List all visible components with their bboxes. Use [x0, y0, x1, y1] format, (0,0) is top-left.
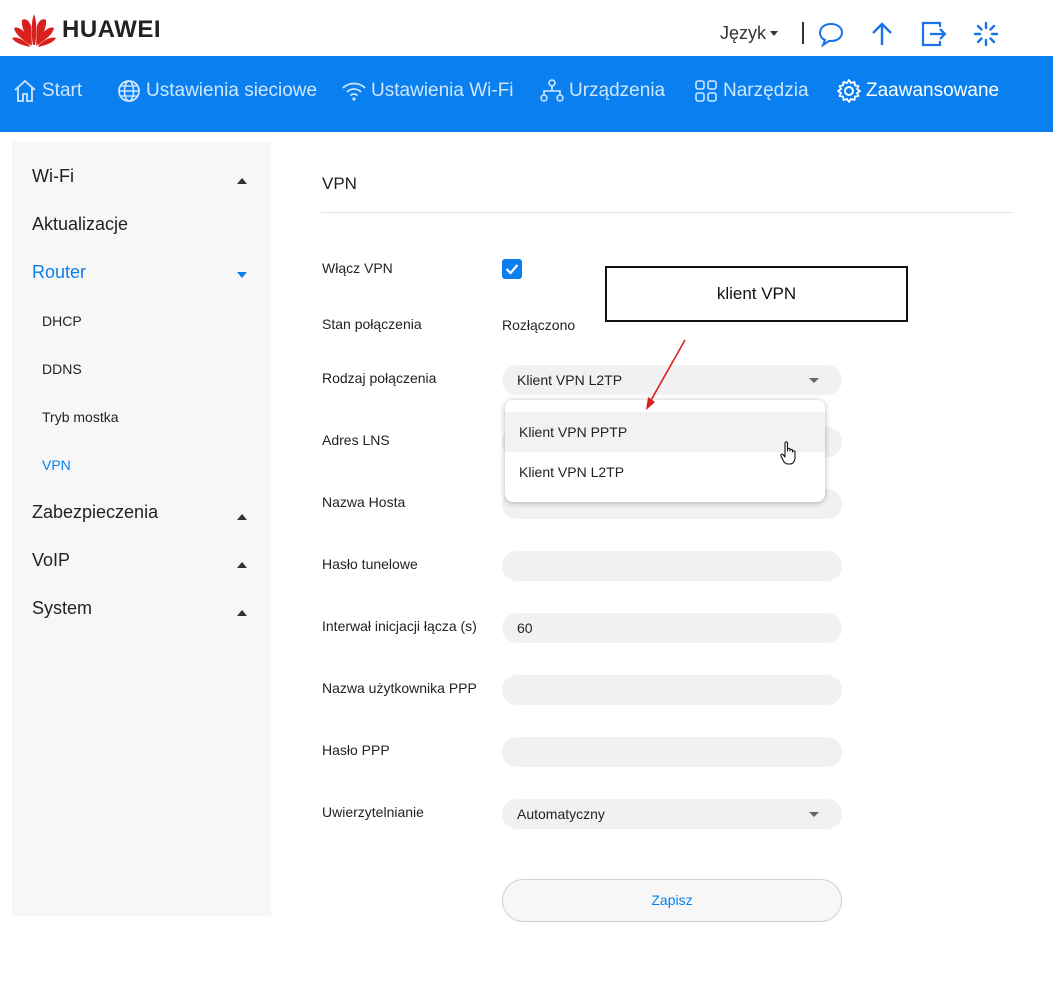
sidebar-subitem-label: VPN: [42, 457, 71, 473]
sidebar: Wi-Fi Aktualizacje Router DHCP DDNS Tryb…: [12, 142, 271, 916]
chevron-up-icon[interactable]: [237, 514, 247, 520]
sidebar-item-wifi[interactable]: Wi-Fi: [32, 166, 74, 187]
page-title: VPN: [322, 174, 357, 193]
sidebar-item-system[interactable]: System: [32, 598, 92, 619]
upload-icon[interactable]: [868, 20, 896, 48]
enable-vpn-checkbox[interactable]: [502, 259, 522, 279]
sidebar-subitem-dhcp[interactable]: DHCP: [42, 313, 82, 329]
checkmark-icon: [505, 264, 519, 275]
connection-type-value: Klient VPN L2TP: [517, 372, 623, 388]
host-name-label: Nazwa Hosta: [322, 494, 406, 510]
sidebar-item-voip[interactable]: VoIP: [32, 550, 70, 571]
wifi-icon: [342, 82, 366, 101]
sidebar-item-label: Router: [32, 262, 87, 282]
annotation-box: klient VPN: [605, 266, 908, 322]
huawei-logo-icon: [12, 14, 56, 47]
nav-start[interactable]: Start: [12, 78, 82, 104]
main-nav: Start Ustawienia sieciowe Ustawienia Wi-…: [0, 56, 1053, 132]
hand-cursor-icon: [780, 441, 796, 465]
brand-name: HUAWEI: [62, 16, 161, 43]
chevron-up-icon[interactable]: [237, 178, 247, 184]
connection-status-value: Rozłączono: [502, 317, 576, 333]
sidebar-item-router[interactable]: Router: [32, 262, 86, 283]
ppp-username-label: Nazwa użytkownika PPP: [322, 680, 477, 696]
sidebar-item-label: VoIP: [32, 550, 71, 570]
language-selector[interactable]: Język: [720, 23, 779, 44]
sidebar-subitem-label: DHCP: [42, 313, 82, 329]
ppp-password-input[interactable]: [502, 737, 842, 767]
huawei-logo: HUAWEI: [12, 12, 161, 48]
chevron-down-icon: [809, 378, 819, 383]
loading-icon: [973, 21, 999, 47]
sidebar-subitem-bridge-mode[interactable]: Tryb mostka: [42, 409, 119, 425]
nav-advanced[interactable]: Zaawansowane: [836, 78, 999, 104]
init-interval-label: Interwał inicjacji łącza (s): [322, 618, 477, 634]
tools-icon: [695, 80, 717, 102]
connection-status-label: Stan połączenia: [322, 316, 422, 332]
authentication-value: Automatyczny: [517, 806, 605, 822]
sidebar-subitem-ddns[interactable]: DDNS: [42, 361, 82, 377]
sidebar-subitem-label: DDNS: [42, 361, 82, 377]
logout-icon[interactable]: [920, 20, 948, 48]
top-header: HUAWEI Język: [0, 0, 1053, 56]
chevron-down-icon: [770, 31, 779, 36]
nav-network-label: Ustawienia sieciowe: [146, 80, 318, 101]
chevron-down-icon: [809, 812, 819, 817]
tunnel-password-input[interactable]: [502, 551, 842, 581]
tunnel-password-label: Hasło tunelowe: [322, 556, 418, 572]
ppp-password-label: Hasło PPP: [322, 742, 390, 758]
chevron-down-icon[interactable]: [237, 272, 247, 278]
nav-advanced-label: Zaawansowane: [866, 80, 1000, 101]
lns-address-label: Adres LNS: [322, 432, 390, 448]
sidebar-item-security[interactable]: Zabezpieczenia: [32, 502, 158, 523]
messages-icon[interactable]: [817, 20, 845, 48]
gear-icon: [837, 79, 861, 103]
sidebar-item-label: Wi-Fi: [32, 166, 74, 186]
chevron-up-icon[interactable]: [237, 610, 247, 616]
sidebar-item-label: Aktualizacje: [32, 214, 129, 234]
save-button[interactable]: Zapisz: [502, 879, 842, 922]
nav-devices[interactable]: Urządzenia: [539, 78, 665, 104]
sidebar-subitem-vpn[interactable]: VPN: [42, 457, 71, 473]
header-divider: [802, 22, 804, 44]
sidebar-item-updates[interactable]: Aktualizacje: [32, 214, 128, 235]
enable-vpn-label: Włącz VPN: [322, 260, 393, 276]
sidebar-subitem-label: Tryb mostka: [42, 409, 119, 425]
sidebar-item-label: System: [32, 598, 93, 618]
dropdown-option-l2tp[interactable]: Klient VPN L2TP: [505, 452, 825, 492]
nav-devices-label: Urządzenia: [569, 80, 666, 101]
ppp-username-input[interactable]: [502, 675, 842, 705]
sidebar-item-label: Zabezpieczenia: [32, 502, 159, 522]
devices-icon: [540, 79, 564, 102]
nav-start-label: Start: [42, 80, 83, 101]
nav-tools[interactable]: Narzędzia: [693, 78, 809, 104]
home-icon: [14, 79, 36, 102]
language-label: Język: [720, 23, 767, 43]
nav-wifi-label: Ustawienia Wi-Fi: [371, 80, 514, 101]
authentication-label: Uwierzytelnianie: [322, 804, 424, 820]
init-interval-input[interactable]: 60: [502, 613, 842, 643]
annotation-arrow-icon: [646, 339, 686, 410]
nav-network-settings[interactable]: Ustawienia sieciowe: [116, 78, 317, 104]
dropdown-option-pptp[interactable]: Klient VPN PPTP: [505, 412, 825, 452]
title-divider: [321, 212, 1012, 213]
authentication-select[interactable]: Automatyczny: [502, 799, 842, 829]
nav-tools-label: Narzędzia: [723, 80, 809, 101]
connection-type-label: Rodzaj połączenia: [322, 370, 437, 386]
globe-icon: [118, 80, 140, 102]
nav-wifi-settings[interactable]: Ustawienia Wi-Fi: [341, 78, 514, 104]
chevron-up-icon[interactable]: [237, 562, 247, 568]
